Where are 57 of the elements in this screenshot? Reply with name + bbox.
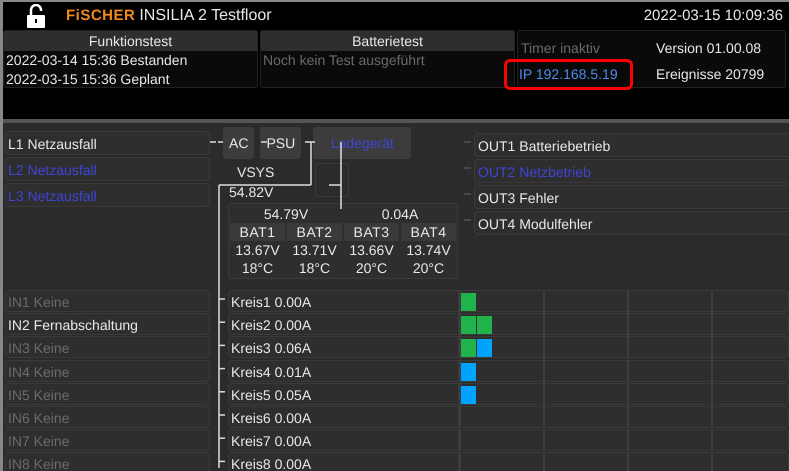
battery-temperature: 18°C	[298, 259, 332, 277]
ip-address: IP 192.168.5.19	[504, 58, 633, 90]
power-stage-box: AC	[223, 127, 254, 159]
test-status-text: Noch kein Test ausgeführt	[262, 51, 426, 70]
connector-line	[210, 141, 216, 143]
power-stage-box: Ladegerät	[313, 127, 412, 159]
input-status-row: IN8 Keine	[5, 452, 210, 471]
battery-cell-voltage: 13.74V	[405, 241, 452, 259]
battery-name: BAT1	[230, 223, 285, 241]
panel-title: Batterietest	[261, 31, 514, 51]
test-result-text: 2022-03-15 15:36 Geplant	[5, 70, 170, 89]
output-status-row: OUT3 Fehler	[474, 185, 789, 209]
battery-cell-voltage: 13.66V	[348, 241, 395, 259]
battery-cell-voltage: 13.67V	[234, 241, 281, 259]
input-status-row: IN5 Keine	[5, 382, 210, 405]
input-status-row: IN6 Keine	[5, 406, 210, 428]
battery-name: BAT2	[287, 223, 342, 241]
phase-status-row: L1 Netzausfall	[5, 131, 210, 155]
vsys-voltage: 54.82V	[229, 183, 274, 201]
output-status-row: OUT2 Netzbetrieb	[474, 159, 789, 183]
circuit-row: Kreis2 0.00A	[228, 313, 458, 336]
battery-voltage: 54.79V	[262, 205, 310, 223]
circuit-row: Kreis5 0.05A	[228, 382, 458, 405]
battery-temperature: 20°C	[354, 259, 388, 277]
circuit-row: Kreis1 0.00A	[228, 290, 458, 312]
test-result-text: 2022-03-14 15:36 Bestanden	[5, 51, 188, 70]
circuit-row: Kreis6 0.00A	[228, 406, 458, 428]
input-status-row: IN4 Keine	[5, 360, 210, 382]
power-stage-box: PSU	[260, 127, 302, 159]
output-status-row: OUT4 Modulfehler	[474, 211, 789, 235]
junction-box	[315, 163, 349, 197]
battery-name: BAT4	[401, 223, 456, 241]
output-status-row: OUT1 Batteriebetrieb	[474, 133, 789, 157]
battery-temperature: 20°C	[412, 259, 446, 277]
circuit-row: Kreis4 0.01A	[228, 360, 458, 382]
battery-name: BAT3	[344, 223, 399, 241]
circuit-row: Kreis7 0.00A	[228, 429, 458, 452]
circuit-row: Kreis3 0.06A	[228, 336, 458, 358]
battery-cell-voltage: 13.71V	[291, 241, 338, 259]
panel-title: Funktionstest	[4, 31, 257, 51]
unlocked-padlock-icon[interactable]	[27, 4, 45, 28]
battery-temperature: 18°C	[240, 259, 274, 277]
phase-status-row: L2 Netzausfall	[5, 157, 210, 181]
clock: 2022-03-15 10:09:36	[644, 6, 783, 26]
brand-logo: FiSCHER	[66, 6, 136, 26]
version-text: Version 01.00.08	[655, 38, 762, 58]
event-count: Ereignisse 20799	[655, 64, 766, 84]
vsys-label: VSYS	[236, 163, 276, 181]
circuit-row: Kreis8 0.00A	[228, 452, 458, 471]
timer-status: Timer inaktiv	[520, 38, 601, 58]
input-status-row: IN2 Fernabschaltung	[5, 313, 210, 336]
input-status-row: IN3 Keine	[5, 336, 210, 358]
battery-current: 0.04A	[380, 205, 420, 223]
input-status-row: IN1 Keine	[5, 290, 210, 312]
window-title: INSILIA 2 Testfloor	[139, 6, 272, 26]
phase-status-row: L3 Netzausfall	[5, 183, 210, 207]
input-status-row: IN7 Keine	[5, 429, 210, 452]
